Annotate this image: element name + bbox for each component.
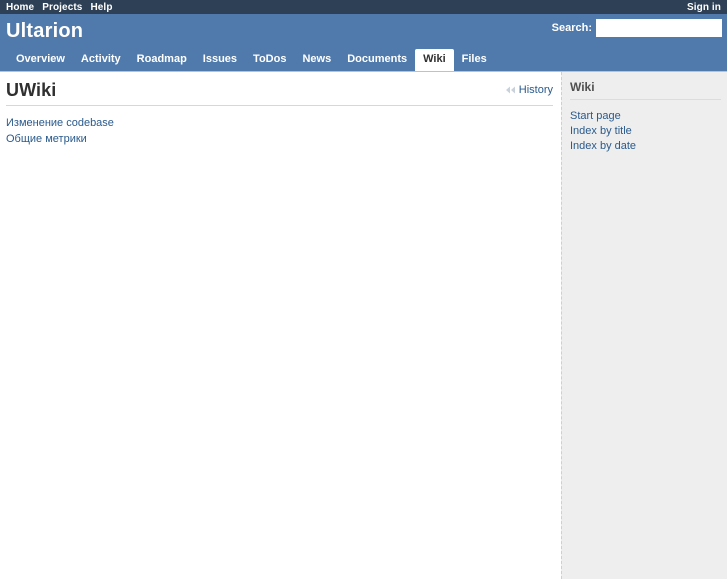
tab-issues[interactable]: Issues — [195, 49, 245, 71]
tab-todos[interactable]: ToDos — [245, 49, 294, 71]
top-menu-bar: Home Projects Help Sign in — [0, 0, 727, 14]
top-menu-projects[interactable]: Projects — [42, 2, 82, 13]
wiki-page-list-item: Изменение codebase — [6, 115, 553, 130]
top-menu-home[interactable]: Home — [6, 2, 34, 13]
sidebar-link-index-by-title[interactable]: Index by title — [570, 125, 632, 137]
main-navigation-tabs: Overview Activity Roadmap Issues ToDos News Do… — [0, 48, 727, 72]
sidebar-list-item: Index by date — [570, 138, 721, 153]
tab-news[interactable]: News — [294, 49, 339, 71]
tab-roadmap[interactable]: Roadmap — [129, 49, 195, 71]
search-input[interactable] — [596, 19, 722, 37]
search-label: Search: — [551, 22, 592, 34]
page-wrapper: UWiki History Изменение codebase Общие ме… — [0, 72, 727, 579]
tab-activity[interactable]: Activity — [73, 49, 129, 71]
sidebar-list-item: Index by title — [570, 123, 721, 138]
title-divider — [6, 105, 553, 106]
history-link[interactable]: History — [519, 84, 553, 96]
wiki-page-list-item: Общие метрики — [6, 131, 553, 146]
tab-files[interactable]: Files — [454, 49, 495, 71]
tab-overview[interactable]: Overview — [8, 49, 73, 71]
tab-wiki[interactable]: Wiki — [415, 49, 454, 71]
sidebar-heading: Wiki — [570, 80, 721, 100]
rewind-icon — [505, 85, 516, 95]
content-header: UWiki History — [6, 80, 553, 102]
sidebar-link-index-by-date[interactable]: Index by date — [570, 140, 636, 152]
sidebar-list-item: Start page — [570, 108, 721, 123]
top-menu-left-links: Home Projects Help — [6, 2, 113, 13]
page-title: UWiki — [6, 80, 57, 100]
top-menu-help[interactable]: Help — [90, 2, 112, 13]
top-menu-sign-in[interactable]: Sign in — [687, 2, 721, 13]
quick-search: Search: — [552, 19, 722, 37]
wiki-page-link[interactable]: Изменение codebase — [6, 117, 114, 129]
page-header: Ultarion Search: — [0, 14, 727, 48]
sidebar: Wiki Start page Index by title Index by da… — [561, 72, 727, 579]
app-title: Ultarion — [6, 20, 84, 42]
main-content: UWiki History Изменение codebase Общие ме… — [0, 72, 561, 579]
wiki-page-link[interactable]: Общие метрики — [6, 133, 87, 145]
tab-documents[interactable]: Documents — [339, 49, 415, 71]
sidebar-link-start-page[interactable]: Start page — [570, 110, 621, 122]
contextual-actions: History — [505, 84, 553, 96]
top-menu-right-links: Sign in — [687, 2, 721, 13]
sidebar-link-list: Start page Index by title Index by date — [570, 108, 721, 153]
wiki-page-list: Изменение codebase Общие метрики — [6, 115, 553, 146]
